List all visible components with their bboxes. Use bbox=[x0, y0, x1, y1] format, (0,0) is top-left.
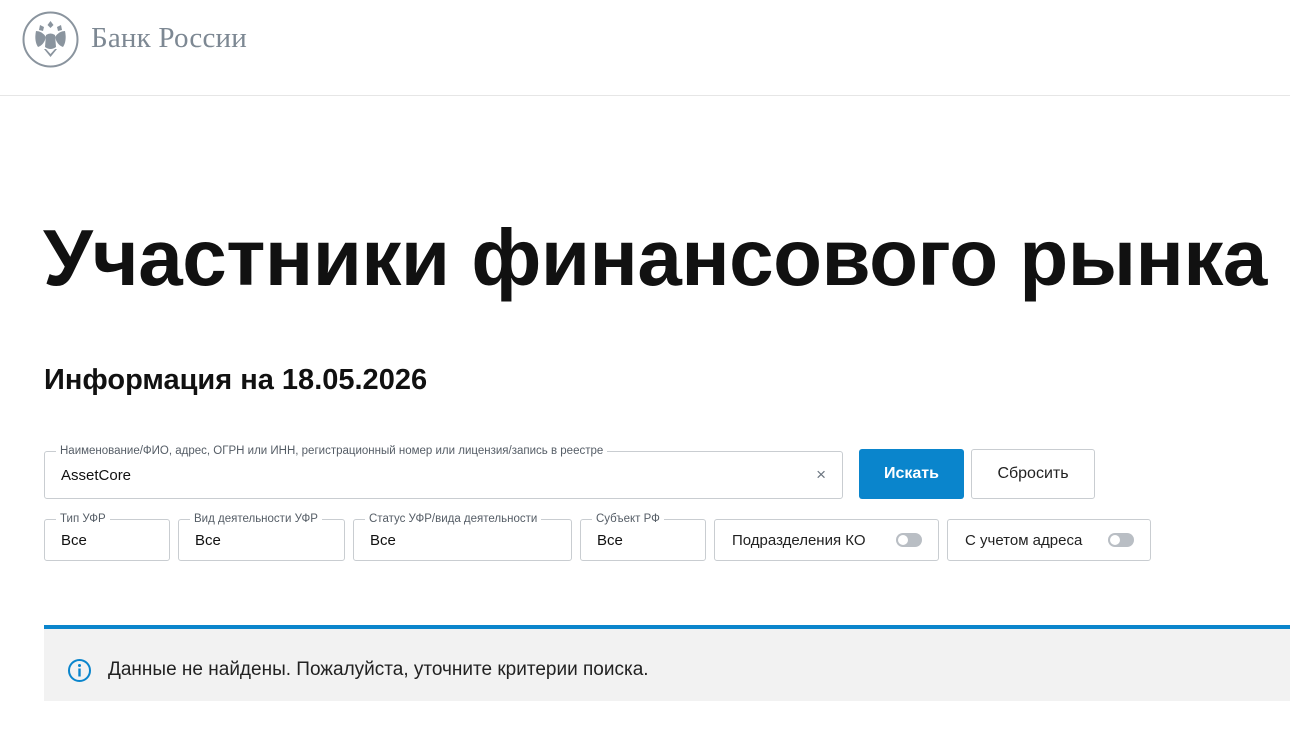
search-input[interactable]: Наименование/ФИО, адрес, ОГРН или ИНН, р… bbox=[44, 444, 843, 499]
search-input-label: Наименование/ФИО, адрес, ОГРН или ИНН, р… bbox=[56, 444, 608, 458]
toggle-label: С учетом адреса bbox=[965, 532, 1083, 549]
clear-icon[interactable]: × bbox=[816, 465, 826, 485]
reset-button[interactable]: Сбросить bbox=[971, 449, 1095, 499]
info-date-heading: Информация на 18.05.2026 bbox=[44, 364, 428, 396]
filter-activity-type-select[interactable]: Вид деятельности УФР Все bbox=[178, 512, 345, 561]
filter-value[interactable]: Все bbox=[597, 532, 623, 549]
filter-region-select[interactable]: Субъект РФ Все bbox=[580, 512, 706, 561]
filter-value[interactable]: Все bbox=[195, 532, 221, 549]
filter-label: Вид деятельности УФР bbox=[190, 512, 322, 526]
filter-status-select[interactable]: Статус УФР/вида деятельности Все bbox=[353, 512, 572, 561]
toggle-switch[interactable] bbox=[896, 533, 922, 547]
toggle-address[interactable]: С учетом адреса bbox=[947, 519, 1151, 561]
search-button[interactable]: Искать bbox=[859, 449, 964, 499]
filter-label: Статус УФР/вида деятельности bbox=[365, 512, 542, 526]
site-header: Банк России bbox=[0, 0, 1290, 96]
no-results-alert: Данные не найдены. Пожалуйста, уточните … bbox=[44, 625, 1290, 701]
filter-label: Тип УФР bbox=[56, 512, 110, 526]
filter-label: Субъект РФ bbox=[592, 512, 664, 526]
toggle-label: Подразделения КО bbox=[732, 532, 866, 549]
bank-name[interactable]: Банк России bbox=[91, 22, 247, 55]
alert-message: Данные не найдены. Пожалуйста, уточните … bbox=[108, 659, 649, 680]
search-input-value[interactable]: AssetCore bbox=[61, 467, 131, 484]
info-icon bbox=[68, 659, 91, 682]
bank-emblem-icon[interactable] bbox=[22, 11, 79, 68]
filter-value[interactable]: Все bbox=[61, 532, 87, 549]
toggle-switch[interactable] bbox=[1108, 533, 1134, 547]
filter-value[interactable]: Все bbox=[370, 532, 396, 549]
page-title: Участники финансового рынка bbox=[43, 213, 1267, 302]
filter-ufr-type-select[interactable]: Тип УФР Все bbox=[44, 512, 170, 561]
toggle-ko-branches[interactable]: Подразделения КО bbox=[714, 519, 939, 561]
